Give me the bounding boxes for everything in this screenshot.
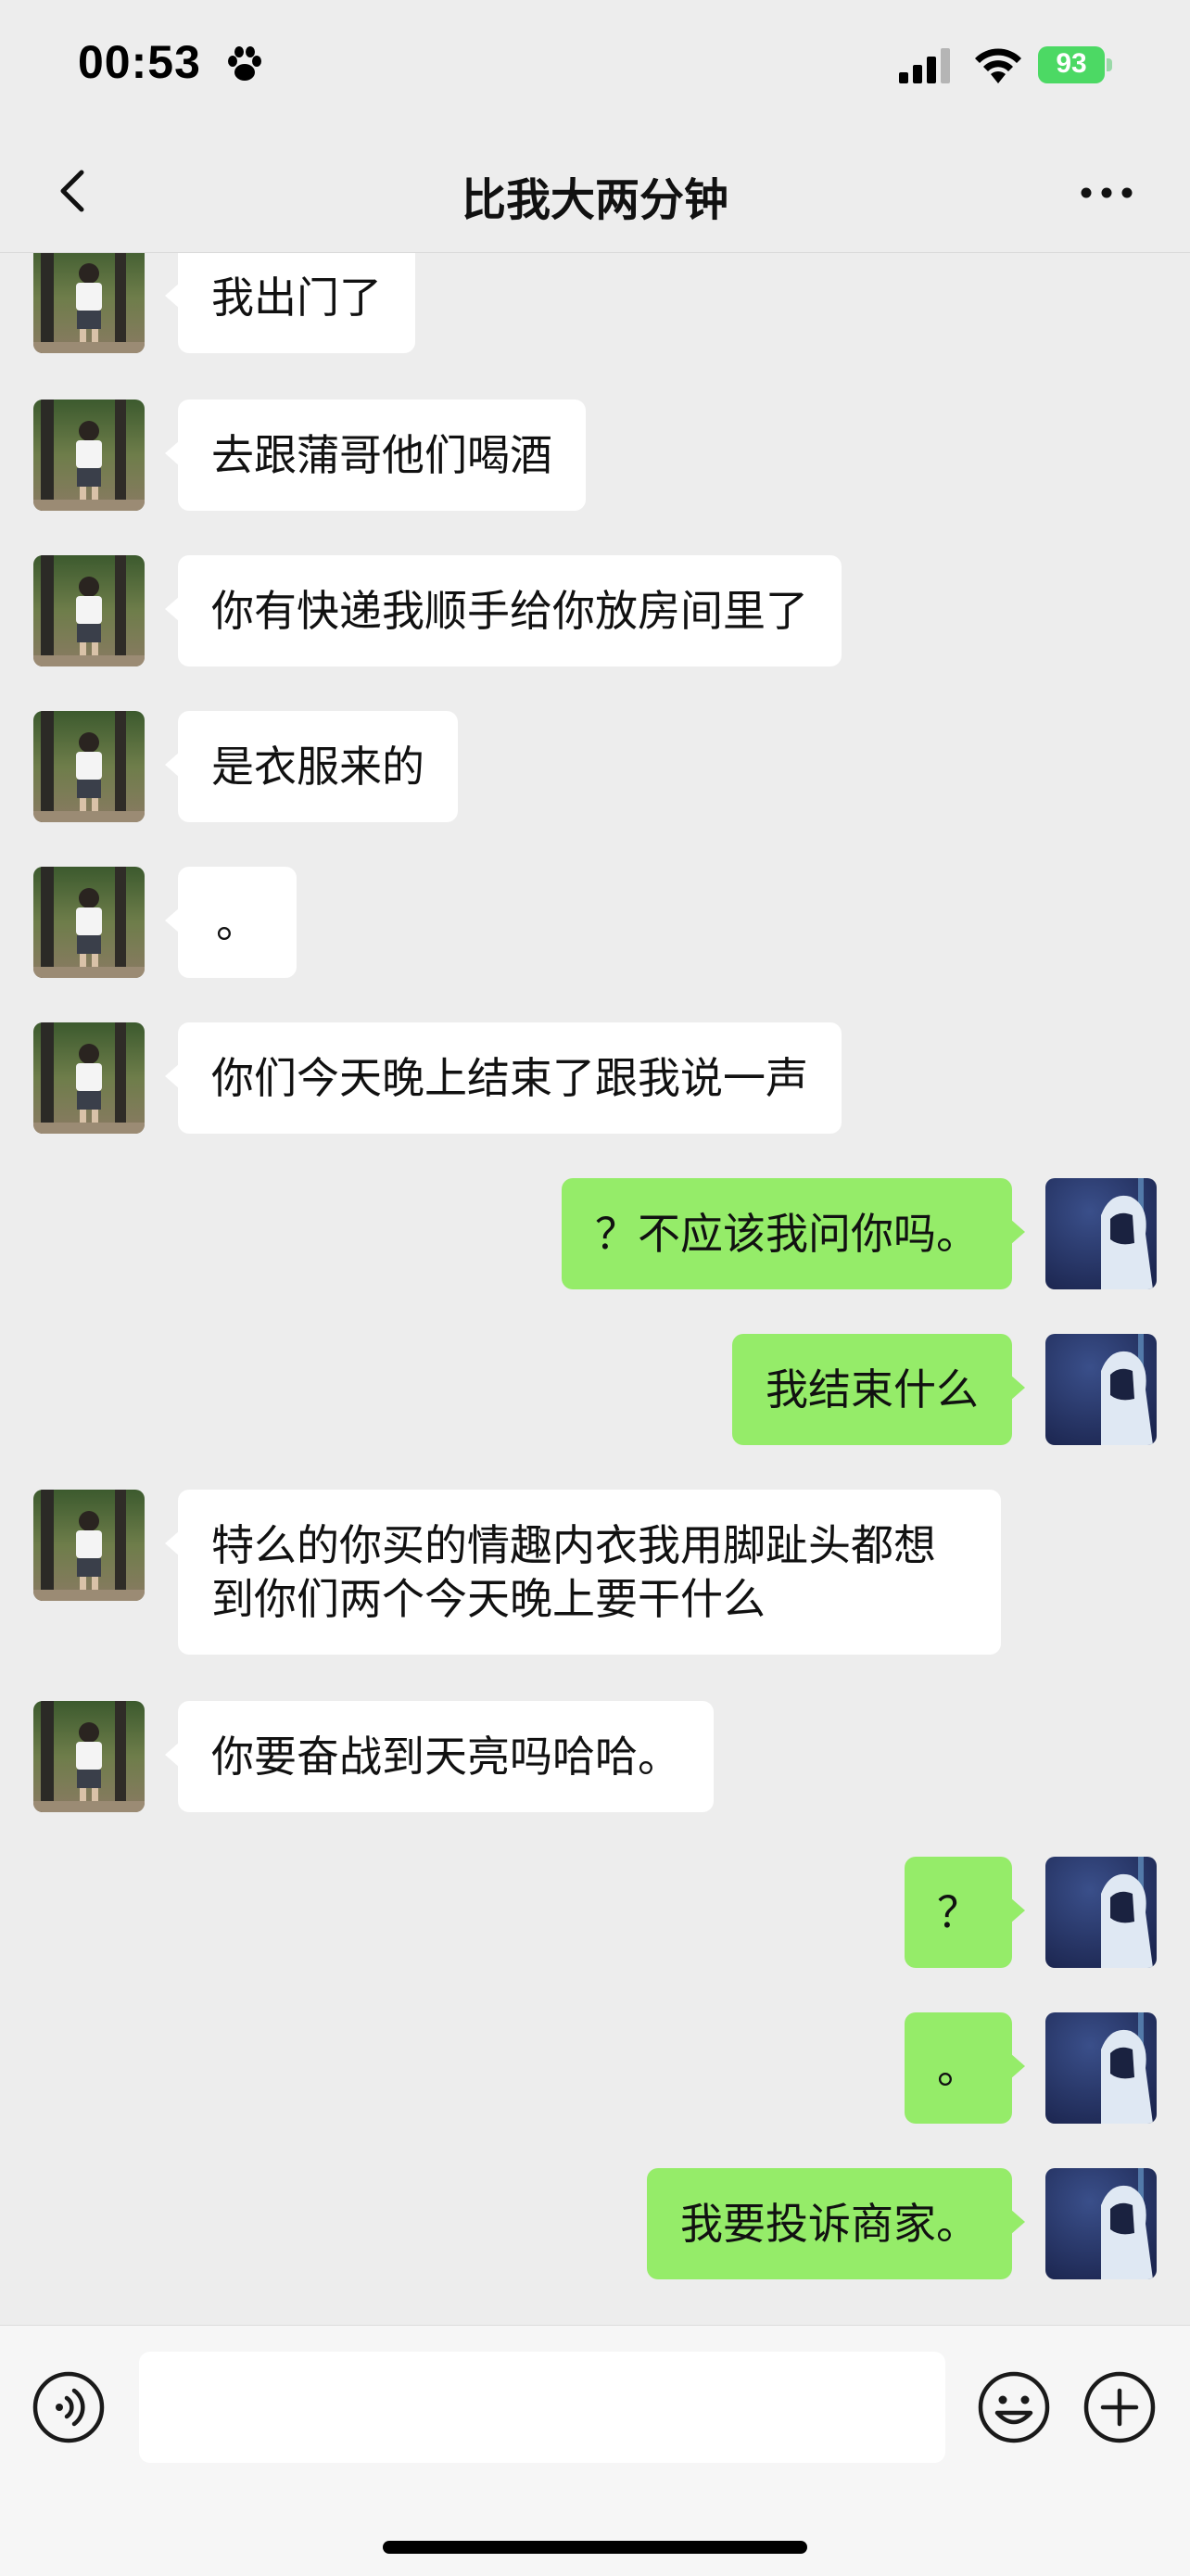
emoji-icon[interactable] xyxy=(977,2370,1051,2444)
contact-avatar[interactable] xyxy=(33,253,145,353)
ellipsis-icon[interactable] xyxy=(1079,185,1134,200)
plus-circle-icon[interactable] xyxy=(1082,2370,1157,2444)
contact-avatar[interactable] xyxy=(33,555,145,666)
home-indicator xyxy=(383,2541,807,2554)
incoming-message-bubble[interactable]: 去跟蒲哥他们喝酒 xyxy=(165,400,586,511)
my-avatar[interactable] xyxy=(1045,1857,1157,1968)
contact-avatar[interactable] xyxy=(33,1701,145,1812)
chat-title: 比我大两分钟 xyxy=(461,174,728,226)
my-avatar[interactable] xyxy=(1045,2168,1157,2279)
paw-icon xyxy=(228,46,261,81)
signal-icon xyxy=(899,48,950,83)
incoming-message-bubble[interactable]: 特么的你买的情趣内衣我用脚趾头都想到你们两个今天晚上要干什么 xyxy=(165,1490,1001,1655)
status-time: 00:53 xyxy=(78,36,201,88)
contact-avatar[interactable] xyxy=(33,1022,145,1134)
contact-avatar[interactable] xyxy=(33,1490,145,1601)
my-avatar[interactable] xyxy=(1045,2012,1157,2124)
chat-header: 比我大两分钟 xyxy=(0,130,1190,253)
outgoing-message-bubble[interactable]: ？ xyxy=(905,1857,1025,1968)
battery-level: 93 xyxy=(1056,48,1087,79)
voice-icon[interactable] xyxy=(32,2370,106,2444)
battery-cap xyxy=(1107,58,1112,71)
my-avatar[interactable] xyxy=(1045,1334,1157,1445)
incoming-message-bubble[interactable]: 是衣服来的 xyxy=(165,711,458,822)
contact-avatar[interactable] xyxy=(33,867,145,978)
message-input[interactable] xyxy=(139,2352,945,2463)
input-bar xyxy=(0,2325,1190,2576)
contact-avatar[interactable] xyxy=(33,711,145,822)
outgoing-message-bubble[interactable]: 。 xyxy=(905,2012,1025,2124)
incoming-message-bubble[interactable]: 你们今天晚上结束了跟我说一声 xyxy=(165,1022,842,1134)
outgoing-message-bubble[interactable]: ？不应该我问你吗。 xyxy=(562,1178,1025,1289)
contact-avatar[interactable] xyxy=(33,400,145,511)
my-avatar[interactable] xyxy=(1045,1178,1157,1289)
incoming-message-bubble[interactable]: 你要奋战到天亮吗哈哈。 xyxy=(165,1701,714,1812)
wifi-icon xyxy=(975,48,1021,83)
incoming-message-bubble[interactable]: 。 xyxy=(165,867,297,978)
battery-indicator: 93 xyxy=(1038,46,1112,83)
outgoing-message-bubble[interactable]: 我要投诉商家。 xyxy=(647,2168,1025,2279)
message-list[interactable]: 我出门了 去跟蒲哥他们喝酒 你有快递我顺手给你放房间里了 是衣服来的 。 你们今… xyxy=(0,253,1190,2325)
status-bar: 00:53 93 xyxy=(0,0,1190,130)
incoming-message-bubble[interactable]: 你有快递我顺手给你放房间里了 xyxy=(165,555,842,666)
incoming-message-bubble[interactable]: 我出门了 xyxy=(165,253,415,353)
outgoing-message-bubble[interactable]: 我结束什么 xyxy=(732,1334,1025,1445)
